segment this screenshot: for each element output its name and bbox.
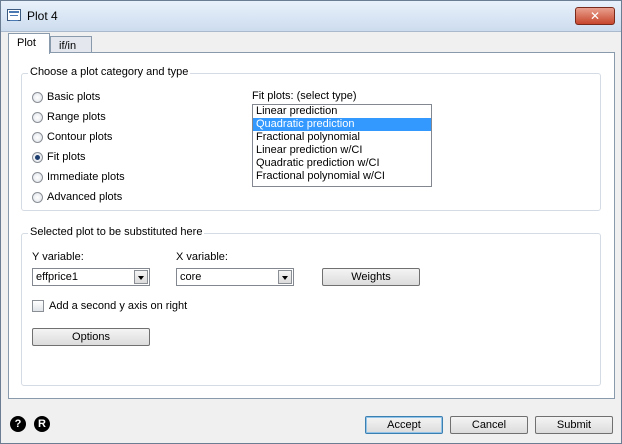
close-button[interactable]: ✕ xyxy=(575,7,615,25)
radio-icon xyxy=(32,91,43,103)
radio-basic-plots[interactable]: Basic plots xyxy=(32,90,100,106)
tab-panel: Choose a plot category and type Basic pl… xyxy=(8,52,615,399)
category-group-label: Choose a plot category and type xyxy=(28,66,191,78)
submit-button[interactable]: Submit xyxy=(535,416,613,434)
chevron-down-icon[interactable] xyxy=(278,270,292,284)
plot-dialog: Plot 4 ✕ Plot if/in Choose a plot catego… xyxy=(0,0,622,444)
fit-plots-label: Fit plots: (select type) xyxy=(252,90,357,102)
substitute-group-label: Selected plot to be substituted here xyxy=(28,226,205,238)
reset-icon[interactable]: R xyxy=(34,416,50,432)
tab-plot[interactable]: Plot xyxy=(8,33,50,54)
accept-button[interactable]: Accept xyxy=(365,416,443,434)
x-variable-combo[interactable]: core xyxy=(176,268,294,286)
second-axis-checkbox[interactable] xyxy=(32,300,44,312)
radio-icon xyxy=(32,131,43,143)
title-bar[interactable]: Plot 4 ✕ xyxy=(1,1,621,32)
radio-icon xyxy=(32,171,43,183)
fit-type-list[interactable]: Linear prediction Quadratic prediction F… xyxy=(252,104,432,187)
radio-range-plots[interactable]: Range plots xyxy=(32,110,106,126)
options-button[interactable]: Options xyxy=(32,328,150,346)
window-icon xyxy=(7,9,21,21)
radio-icon xyxy=(32,191,43,203)
fit-type-item[interactable]: Linear prediction xyxy=(253,105,431,118)
fit-type-item[interactable]: Linear prediction w/CI xyxy=(253,144,431,157)
y-variable-value: effprice1 xyxy=(36,271,78,283)
cancel-button[interactable]: Cancel xyxy=(450,416,528,434)
radio-immediate-plots[interactable]: Immediate plots xyxy=(32,170,125,186)
fit-type-item[interactable]: Fractional polynomial w/CI xyxy=(253,170,431,183)
category-group: Choose a plot category and type Basic pl… xyxy=(21,66,601,211)
y-variable-combo[interactable]: effprice1 xyxy=(32,268,150,286)
fit-type-item[interactable]: Quadratic prediction w/CI xyxy=(253,157,431,170)
radio-fit-plots[interactable]: Fit plots xyxy=(32,150,86,166)
weights-button[interactable]: Weights xyxy=(322,268,420,286)
y-variable-label: Y variable: xyxy=(32,251,84,263)
help-icon[interactable]: ? xyxy=(10,416,26,432)
window-title: Plot 4 xyxy=(27,9,58,23)
substitute-group: Selected plot to be substituted here Y v… xyxy=(21,226,601,386)
x-variable-label: X variable: xyxy=(176,251,228,263)
radio-icon xyxy=(32,111,43,123)
second-axis-label: Add a second y axis on right xyxy=(49,300,188,312)
radio-selected-icon xyxy=(32,151,43,163)
fit-type-item-selected[interactable]: Quadratic prediction xyxy=(253,118,431,131)
radio-advanced-plots[interactable]: Advanced plots xyxy=(32,190,122,206)
fit-type-item[interactable]: Fractional polynomial xyxy=(253,131,431,144)
chevron-down-icon[interactable] xyxy=(134,270,148,284)
x-variable-value: core xyxy=(180,271,202,283)
radio-contour-plots[interactable]: Contour plots xyxy=(32,130,112,146)
